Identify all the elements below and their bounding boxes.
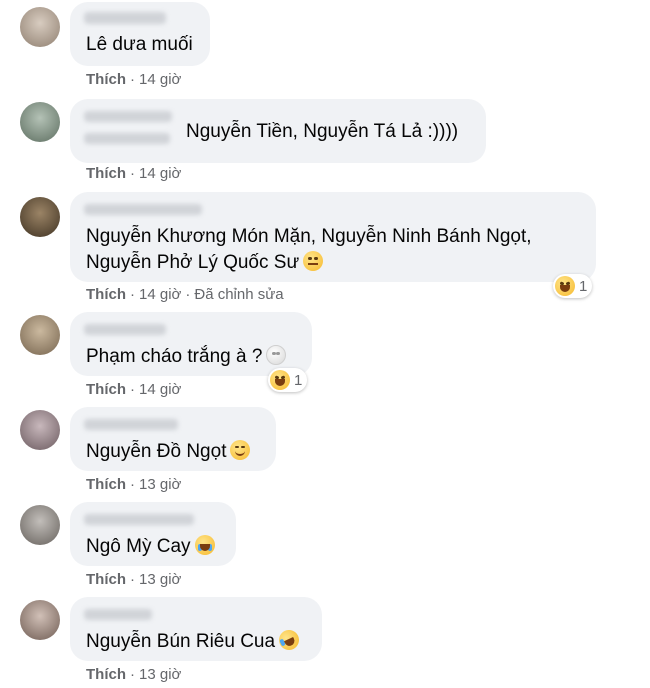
avatar[interactable] — [20, 315, 60, 355]
reaction-badge[interactable]: 1 — [268, 368, 308, 392]
laughing-icon — [270, 370, 290, 390]
timestamp[interactable]: 14 giờ — [139, 165, 181, 182]
avatar[interactable] — [20, 197, 60, 237]
comment-text: Phạm cháo trắng à ? — [86, 342, 287, 372]
crying-face-icon — [194, 535, 215, 555]
timestamp[interactable]: 13 giờ — [139, 476, 181, 493]
timestamp[interactable]: 13 giờ — [139, 571, 181, 588]
comment-bubble: Nguyễn Đồ Ngọt — [70, 407, 276, 471]
comment-bubble: Ngô Mỳ Cay — [70, 502, 236, 566]
comment-item: Nguyễn Đồ Ngọt Thích · 13 giờ — [0, 405, 650, 500]
like-link[interactable]: Thích — [86, 666, 126, 683]
avatar[interactable] — [20, 600, 60, 640]
author-name-blurred[interactable] — [84, 324, 166, 335]
avatar[interactable] — [20, 7, 60, 47]
comment-bubble: Nguyễn Bún Riêu Cua — [70, 597, 322, 661]
comment-meta: Thích · 14 giờ — [86, 165, 182, 182]
edited-label[interactable]: Đã chỉnh sửa — [194, 286, 283, 303]
reaction-count: 1 — [579, 277, 588, 295]
comment-bubble: Lê dưa muối — [70, 2, 210, 66]
author-name-blurred[interactable] — [84, 133, 170, 144]
comment-item: Nguyễn Khương Món Mặn, Nguyễn Ninh Bánh … — [0, 190, 650, 310]
like-link[interactable]: Thích — [86, 476, 126, 493]
avatar[interactable] — [20, 410, 60, 450]
author-name-blurred[interactable] — [84, 609, 152, 620]
comment-text: Nguyễn Phở Lý Quốc Sư — [86, 248, 324, 278]
comment-text: Nguyễn Bún Riêu Cua — [86, 626, 303, 657]
like-link[interactable]: Thích — [86, 286, 126, 303]
avatar[interactable] — [20, 505, 60, 545]
comment-text: Ngô Mỳ Cay — [86, 532, 215, 562]
comment-meta: Thích · 14 giờ — [86, 71, 182, 88]
like-link[interactable]: Thích — [86, 71, 126, 88]
comment-meta: Thích · 14 giờ — [86, 381, 182, 398]
timestamp[interactable]: 13 giờ — [139, 666, 181, 683]
reaction-badge[interactable]: 1 — [553, 274, 593, 298]
avatar[interactable] — [20, 102, 60, 142]
like-link[interactable]: Thích — [86, 165, 126, 182]
timestamp[interactable]: 14 giờ — [139, 71, 181, 88]
comment-item: Nguyễn Bún Riêu Cua Thích · 13 giờ — [0, 595, 650, 688]
timestamp[interactable]: 14 giờ — [139, 286, 181, 303]
comment-item: Phạm cháo trắng à ? 1 Thích · 14 giờ — [0, 310, 650, 405]
comment-bubble: Phạm cháo trắng à ? — [70, 312, 312, 376]
smiling-face-icon — [230, 440, 251, 460]
comment-text: Nguyễn Đồ Ngọt — [86, 437, 251, 467]
like-link[interactable]: Thích — [86, 571, 126, 588]
like-link[interactable]: Thích — [86, 381, 126, 398]
author-name-blurred[interactable] — [84, 12, 166, 24]
author-name-blurred[interactable] — [84, 514, 194, 525]
white-face-icon — [266, 345, 287, 365]
comment-bubble: Nguyễn Tiền, Nguyễn Tá Lả :)))) — [70, 99, 486, 163]
comment-meta: Thích · 13 giờ — [86, 666, 182, 683]
comment-text: Lê dưa muối — [86, 34, 193, 55]
comment-meta: Thích · 13 giờ — [86, 571, 182, 588]
comment-text: Nguyễn Tiền, Nguyễn Tá Lả :)))) — [186, 121, 459, 142]
comment-item: Nguyễn Tiền, Nguyễn Tá Lả :)))) Thích · 14… — [0, 95, 650, 190]
author-name-blurred[interactable] — [84, 204, 202, 215]
rolling-laughing-icon — [275, 626, 303, 654]
author-name-blurred[interactable] — [84, 419, 178, 430]
laughing-icon — [555, 276, 575, 296]
comment-meta: Thích · 13 giờ — [86, 476, 182, 493]
author-name-blurred[interactable] — [84, 111, 172, 122]
reaction-count: 1 — [294, 371, 303, 389]
comment-bubble: Nguyễn Khương Món Mặn, Nguyễn Ninh Bánh … — [70, 192, 596, 282]
timestamp[interactable]: 14 giờ — [139, 381, 181, 398]
comment-meta: Thích · 14 giờ · Đã chỉnh sửa — [86, 286, 284, 303]
comment-item: Ngô Mỳ Cay Thích · 13 giờ — [0, 500, 650, 595]
thinking-face-icon — [303, 251, 324, 271]
comment-item: Lê dưa muối Thích · 14 giờ — [0, 0, 650, 95]
